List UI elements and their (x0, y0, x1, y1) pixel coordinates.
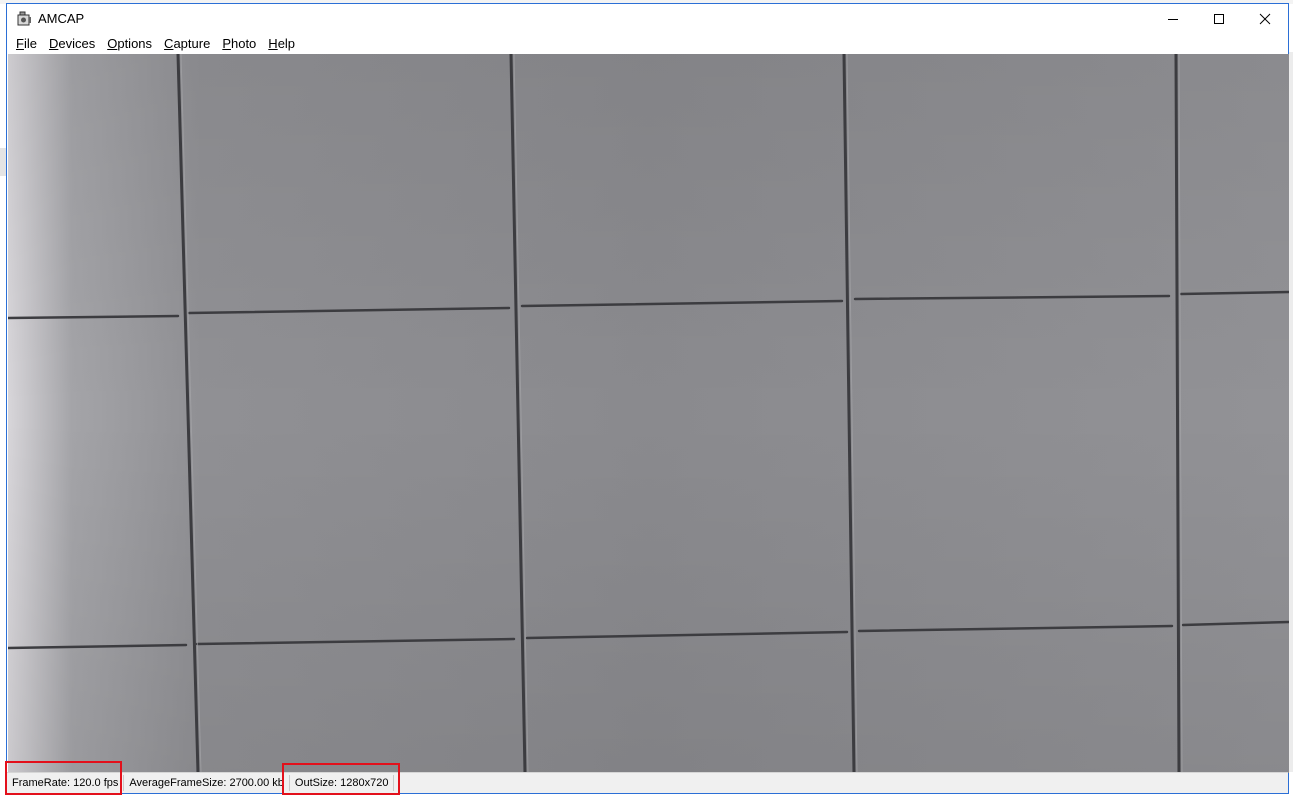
highlight-box-out-size (282, 763, 400, 795)
menu-help[interactable]: Help (262, 33, 301, 54)
maximize-button[interactable] (1196, 4, 1242, 33)
menu-file[interactable]: File (10, 33, 43, 54)
menu-bar: File Devices Options Capture Photo Help (7, 33, 1288, 54)
highlight-box-frame-rate (5, 761, 122, 795)
window-title: AMCAP (38, 11, 85, 26)
status-average-frame-size: AverageFrameSize: 2700.00 kb (124, 775, 290, 791)
minimize-button[interactable] (1150, 4, 1196, 33)
menu-devices[interactable]: Devices (43, 33, 101, 54)
amcap-window: AMCAP File Devices Options Capture Photo… (6, 3, 1289, 794)
title-bar[interactable]: AMCAP (7, 4, 1288, 33)
menu-options[interactable]: Options (101, 33, 158, 54)
maximize-icon (1214, 13, 1224, 24)
close-button[interactable] (1242, 4, 1288, 33)
camera-feed-image (8, 54, 1289, 773)
menu-photo[interactable]: Photo (216, 33, 262, 54)
caption-buttons (1150, 4, 1288, 33)
video-preview (8, 54, 1289, 773)
menu-capture[interactable]: Capture (158, 33, 216, 54)
minimize-icon (1168, 18, 1178, 20)
status-bar: FrameRate: 120.0 fps AverageFrameSize: 2… (7, 772, 1288, 793)
close-icon (1259, 13, 1271, 24)
camera-icon[interactable] (16, 11, 32, 27)
